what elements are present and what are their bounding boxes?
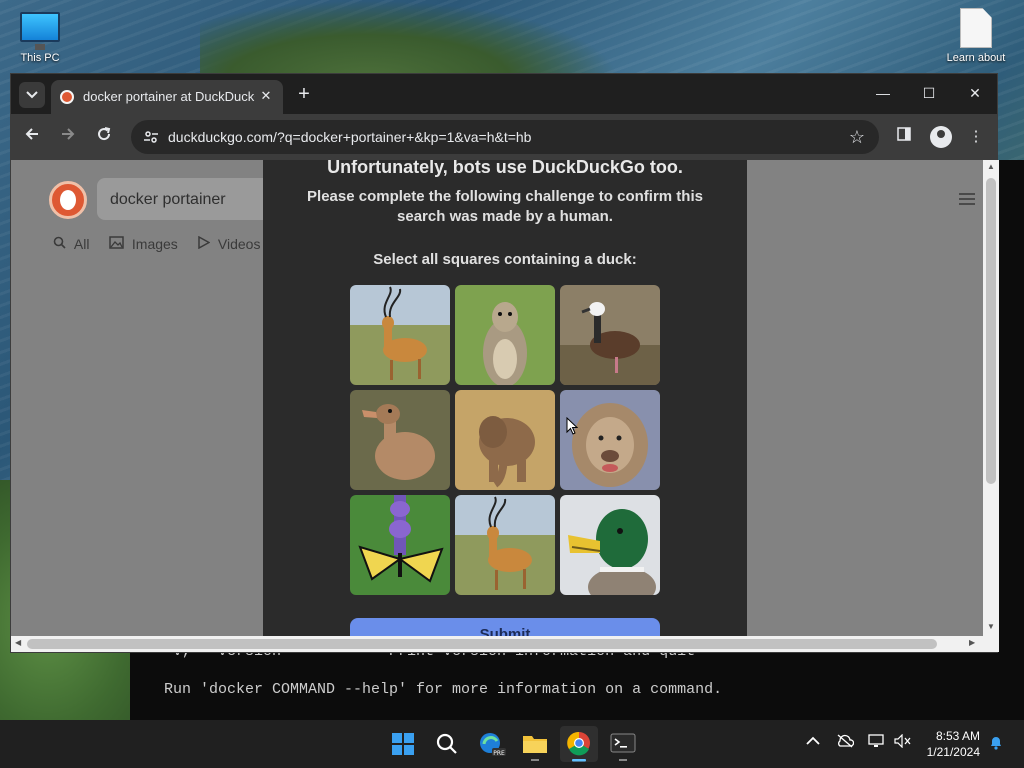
taskbar-edge-preview[interactable]: PRE (472, 726, 510, 762)
svg-text:PRE: PRE (493, 750, 505, 757)
captcha-tile-squirrel[interactable] (455, 285, 555, 385)
tray-overflow-chevron-icon[interactable] (806, 734, 820, 749)
tab-title: docker portainer at DuckDuckGo (83, 89, 255, 104)
chevron-down-icon (26, 91, 38, 99)
browser-toolbar: duckduckgo.com/?q=docker+portainer+&kp=1… (11, 114, 997, 160)
image-icon (109, 236, 128, 252)
computer-icon (20, 12, 60, 50)
tab-label: Images (131, 236, 178, 252)
clock-date: 1/21/2024 (926, 745, 980, 759)
address-bar[interactable]: duckduckgo.com/?q=docker+portainer+&kp=1… (131, 120, 879, 154)
side-panel-icon[interactable] (891, 124, 917, 150)
close-window-button[interactable]: ✕ (955, 80, 995, 106)
terminal-line: Run 'docker COMMAND --help' for more inf… (164, 681, 723, 698)
menu-dots-icon[interactable]: ⋮ (963, 124, 989, 150)
search-icon (53, 236, 70, 252)
profile-avatar-icon[interactable] (930, 126, 952, 148)
start-button[interactable] (384, 726, 422, 762)
taskbar-file-explorer[interactable] (516, 726, 554, 762)
volume-muted-icon[interactable] (894, 733, 912, 751)
taskbar-search-button[interactable] (428, 726, 466, 762)
clock-time: 8:53 AM (935, 729, 980, 743)
document-icon (960, 8, 992, 48)
url-text: duckduckgo.com/?q=docker+portainer+&kp=1… (168, 129, 532, 145)
taskbar-terminal[interactable] (604, 726, 642, 762)
captcha-tile-brown-duck[interactable] (350, 390, 450, 490)
forward-button[interactable] (55, 124, 81, 150)
maximize-button[interactable]: ☐ (909, 80, 949, 106)
scrollbar-thumb[interactable] (986, 178, 996, 484)
tab-label: Videos (217, 236, 261, 252)
captcha-grid (350, 285, 660, 595)
captcha-tile-lion[interactable] (560, 390, 660, 490)
tab-images[interactable]: Images (109, 236, 178, 252)
minimize-button[interactable]: — (863, 80, 903, 106)
hamburger-menu-icon[interactable] (959, 193, 975, 205)
tab-strip: docker portainer at DuckDuckGo ✕ + — ☐ ✕ (11, 74, 997, 114)
onedrive-offline-icon[interactable] (836, 734, 855, 751)
system-clock[interactable]: 8:53 AM 1/21/2024 (927, 728, 980, 760)
bookmark-star-icon[interactable]: ☆ (849, 127, 865, 148)
scroll-up-icon[interactable]: ▲ (986, 162, 996, 171)
tab-close-icon[interactable]: ✕ (257, 87, 275, 105)
duckduckgo-logo[interactable] (49, 181, 87, 219)
reload-icon (98, 127, 111, 141)
edge-preview-icon: PRE (480, 733, 506, 757)
windows-start-icon (392, 733, 414, 755)
captcha-heading: Unfortunately, bots use DuckDuckGo too. (327, 160, 683, 177)
chrome-icon (567, 731, 590, 762)
captcha-modal: Unfortunately, bots use DuckDuckGo too. … (263, 160, 747, 636)
browser-window[interactable]: docker portainer at DuckDuckGo ✕ + — ☐ ✕… (10, 73, 999, 653)
search-query-text: docker portainer (110, 191, 226, 208)
captcha-subtitle: Please complete the following challenge … (307, 188, 703, 225)
captcha-tile-whistling-duck[interactable] (560, 285, 660, 385)
tab-videos[interactable]: Videos (197, 235, 261, 252)
arrow-left-icon (25, 128, 38, 140)
reload-button[interactable] (91, 124, 117, 150)
captcha-tile-antelope[interactable] (350, 285, 450, 385)
mouse-cursor-icon (566, 417, 578, 435)
desktop-icon-this-pc[interactable]: This PC (0, 12, 80, 64)
submit-button[interactable]: Submit (350, 618, 660, 636)
desktop-icon-learn-about[interactable]: Learn about (936, 8, 1016, 64)
arrow-right-icon (62, 128, 75, 140)
tab-search-button[interactable] (19, 82, 45, 108)
tab-active[interactable]: docker portainer at DuckDuckGo ✕ (51, 80, 283, 114)
search-icon (436, 733, 457, 754)
scroll-left-icon[interactable]: ◀ (15, 638, 21, 647)
vertical-scrollbar[interactable]: ▲ ▼ (983, 160, 999, 636)
horizontal-scrollbar[interactable]: ◀ ▶ (11, 636, 999, 652)
notification-bell-icon[interactable] (988, 734, 1004, 753)
captcha-tile-elephant[interactable] (455, 390, 555, 490)
scroll-right-icon[interactable]: ▶ (969, 638, 975, 647)
site-info-icon[interactable] (143, 129, 159, 145)
captcha-tile-mallard[interactable] (560, 495, 660, 595)
back-button[interactable] (19, 124, 45, 150)
video-icon (197, 235, 214, 252)
wallpaper-cliff (200, 0, 620, 80)
desktop-icon-label: Learn about (946, 52, 1006, 64)
terminal-icon (610, 733, 636, 761)
duckduckgo-favicon (60, 90, 74, 104)
scrollbar-thumb[interactable] (27, 639, 937, 649)
tab-all[interactable]: All (53, 236, 89, 252)
desktop-icon-label: This PC (20, 52, 60, 64)
file-explorer-icon (523, 736, 547, 761)
scroll-down-icon[interactable]: ▼ (986, 622, 996, 631)
taskbar: PRE 8:53 AM 1/21/2024 (0, 720, 1024, 768)
captcha-prompt: Select all squares containing a duck: (373, 251, 637, 268)
new-tab-button[interactable]: + (293, 83, 315, 105)
network-icon[interactable] (868, 734, 886, 751)
captcha-tile-antelope[interactable] (455, 495, 555, 595)
taskbar-chrome[interactable] (560, 726, 598, 762)
page-viewport: docker portainer All Images Videos Unfor… (11, 160, 983, 636)
captcha-tile-butterfly[interactable] (350, 495, 450, 595)
tab-label: All (73, 236, 90, 252)
